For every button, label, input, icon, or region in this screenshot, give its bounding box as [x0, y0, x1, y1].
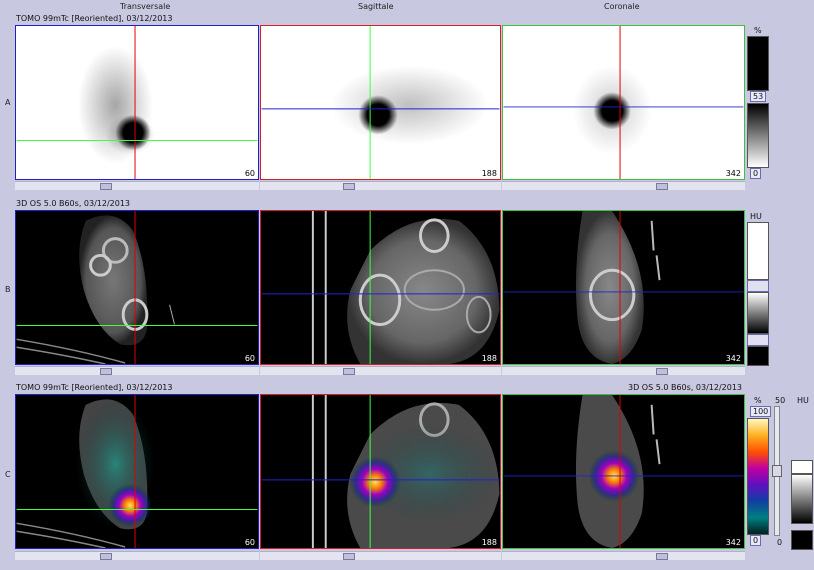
colorbar-a-min[interactable]: 0 [750, 168, 762, 179]
scroll-thumb[interactable] [100, 368, 112, 375]
fusion-transverse-image [16, 395, 258, 548]
header-transversale: Transversale [120, 2, 171, 11]
row-b-title: 3D OS 5.0 B60s, 03/12/2013 [16, 199, 131, 208]
panel-c-coronal[interactable]: 342 [502, 394, 745, 549]
colorbar-c-mid: 50 [775, 396, 786, 405]
row-c-label: C [5, 470, 11, 479]
colorbar-a-max[interactable]: 53 [750, 91, 767, 102]
header-coronale: Coronale [604, 2, 640, 11]
scroll-thumb[interactable] [100, 183, 112, 190]
header-sagittale: Sagittale [358, 2, 394, 11]
colorbar-b-top [747, 222, 769, 280]
spect-sagittal-image [261, 26, 500, 179]
panel-a-transverse[interactable]: 60 [15, 25, 259, 180]
scrollbar-a-sagittal[interactable] [260, 181, 501, 190]
scrollbar-c-sagittal[interactable] [260, 551, 501, 560]
panel-b-sagittal[interactable]: 188 [260, 210, 501, 365]
scrollbar-c-coronal[interactable] [502, 551, 745, 560]
colorbar-b-lower-handle[interactable] [747, 334, 769, 346]
colorbar-c-max[interactable]: 100 [750, 406, 772, 417]
scroll-thumb[interactable] [656, 368, 668, 375]
opacity-slider-track[interactable] [772, 406, 782, 536]
colorbar-c-hu-bottom [791, 530, 813, 550]
scroll-thumb[interactable] [343, 183, 355, 190]
scrollbar-c-transverse[interactable] [15, 551, 259, 560]
spect-coronal-image [503, 26, 744, 179]
colorbar-b-bottom [747, 346, 769, 366]
panel-b-coronal[interactable]: 342 [502, 210, 745, 365]
scroll-thumb[interactable] [343, 553, 355, 560]
scroll-thumb[interactable] [343, 368, 355, 375]
row-c-title: TOMO 99mTc [Reoriented], 03/12/2013 [16, 383, 173, 392]
opacity-slider-thumb[interactable] [772, 465, 782, 477]
scrollbar-b-coronal[interactable] [502, 366, 745, 375]
scrollbar-a-transverse[interactable] [15, 181, 259, 190]
slice-number: 188 [481, 538, 497, 547]
colorbar-c-min2: 0 [777, 538, 783, 547]
slice-number: 342 [725, 538, 741, 547]
panel-a-sagittal[interactable]: 188 [260, 25, 501, 180]
colorbar-b-gradient [747, 292, 769, 334]
row-b-label: B [5, 285, 11, 294]
colorbar-c-unit-hu: HU [797, 396, 809, 405]
slice-number: 342 [725, 169, 741, 178]
slice-number: 60 [244, 354, 255, 363]
slice-number: 60 [244, 538, 255, 547]
panel-b-transverse[interactable]: 60 [15, 210, 259, 365]
colorbar-c-min[interactable]: 0 [750, 535, 762, 546]
ct-coronal-image [503, 211, 744, 364]
spect-transverse-image [16, 26, 258, 179]
colorbar-b-unit: HU [750, 212, 762, 221]
ct-transverse-image [16, 211, 258, 364]
colorbar-c-hu-gradient [791, 474, 813, 524]
scroll-thumb[interactable] [656, 553, 668, 560]
scroll-thumb[interactable] [100, 553, 112, 560]
panel-c-transverse[interactable]: 60 [15, 394, 259, 549]
scrollbar-b-sagittal[interactable] [260, 366, 501, 375]
colorbar-a-gradient [747, 103, 769, 168]
panel-c-sagittal[interactable]: 188 [260, 394, 501, 549]
fusion-sagittal-image [261, 395, 500, 548]
colorbar-a-top [747, 36, 769, 91]
row-a-title: TOMO 99mTc [Reoriented], 03/12/2013 [16, 14, 173, 23]
scrollbar-a-coronal[interactable] [502, 181, 745, 190]
colorbar-c-gradient [747, 418, 769, 535]
scrollbar-b-transverse[interactable] [15, 366, 259, 375]
ct-sagittal-image [261, 211, 500, 364]
slice-number: 188 [481, 354, 497, 363]
row-a-label: A [5, 98, 11, 107]
scroll-thumb[interactable] [656, 183, 668, 190]
panel-a-coronal[interactable]: 342 [502, 25, 745, 180]
colorbar-b-upper-handle[interactable] [747, 280, 769, 292]
colorbar-c-unit-pct: % [754, 396, 762, 405]
slice-number: 188 [481, 169, 497, 178]
slice-number: 342 [725, 354, 741, 363]
row-c-title-right: 3D OS 5.0 B60s, 03/12/2013 [628, 383, 743, 392]
colorbar-c-hu-top [791, 460, 813, 474]
fusion-coronal-image [503, 395, 744, 548]
colorbar-a-unit: % [754, 26, 762, 35]
slice-number: 60 [244, 169, 255, 178]
